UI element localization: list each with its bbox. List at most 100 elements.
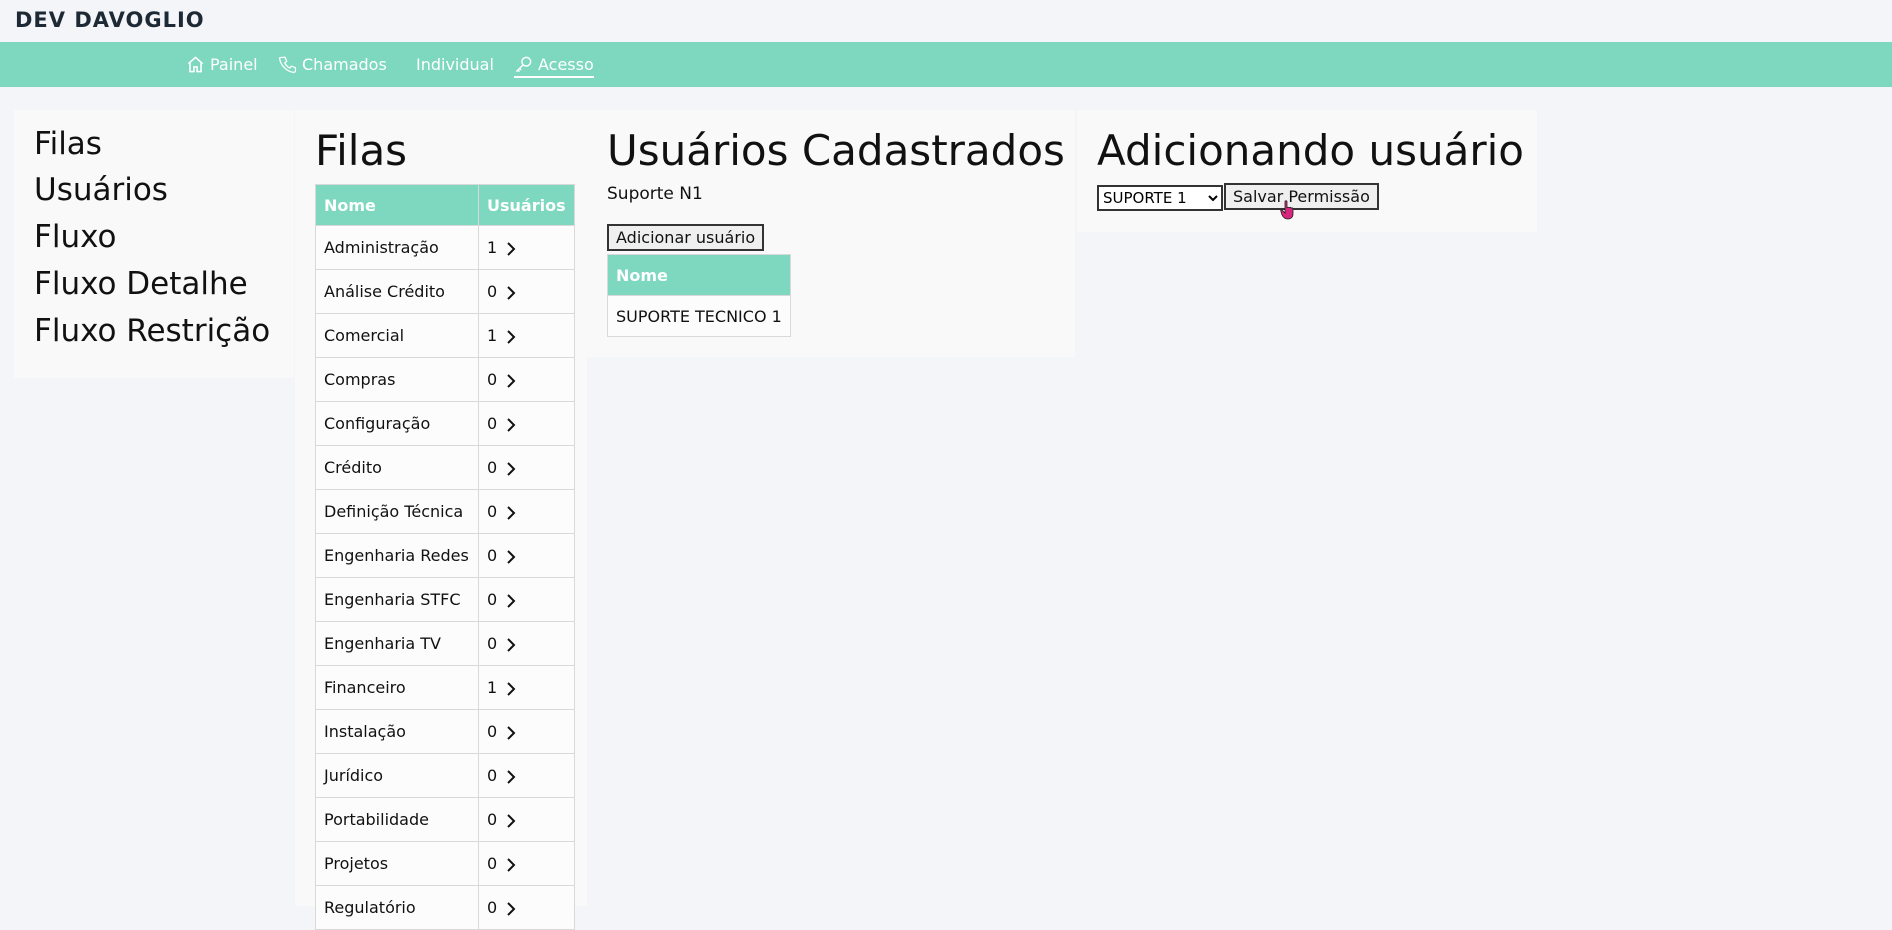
table-row[interactable]: Comercial 1 bbox=[315, 313, 575, 358]
queue-user-count: 0 bbox=[487, 854, 498, 873]
table-row[interactable]: Compras 0 bbox=[315, 357, 575, 402]
queue-count-cell: 0 bbox=[478, 841, 575, 886]
add-user-button[interactable]: Adicionar usuário bbox=[607, 224, 765, 251]
chevron-right-icon[interactable] bbox=[505, 241, 517, 257]
chevron-right-icon[interactable] bbox=[505, 637, 517, 653]
queue-name-cell: Engenharia STFC bbox=[315, 577, 479, 622]
add-user-panel: Adicionando usuário SUPORTE 1 Salvar Per… bbox=[1077, 110, 1537, 232]
table-row[interactable]: Engenharia TV 0 bbox=[315, 621, 575, 666]
nav-individual-label: Individual bbox=[416, 54, 494, 74]
save-permission-button[interactable]: Salvar Permissão bbox=[1224, 183, 1379, 210]
table-row[interactable]: Engenharia STFC 0 bbox=[315, 577, 575, 622]
queue-name-cell: Comercial bbox=[315, 313, 479, 358]
queue-name-cell: Definição Técnica bbox=[315, 489, 479, 534]
queue-user-count: 0 bbox=[487, 414, 498, 433]
queue-name-cell: Projetos bbox=[315, 841, 479, 886]
table-row[interactable]: Definição Técnica 0 bbox=[315, 489, 575, 534]
queue-user-count: 0 bbox=[487, 634, 498, 653]
table-row[interactable]: Financeiro 1 bbox=[315, 665, 575, 710]
queue-user-count: 0 bbox=[487, 502, 498, 521]
table-row[interactable]: SUPORTE TECNICO 1 bbox=[607, 295, 791, 337]
table-row[interactable]: Jurídico 0 bbox=[315, 753, 575, 798]
queue-name-cell: Análise Crédito bbox=[315, 269, 479, 314]
queue-name-cell: Compras bbox=[315, 357, 479, 402]
user-select[interactable]: SUPORTE 1 bbox=[1097, 185, 1223, 211]
queue-name-cell: Crédito bbox=[315, 445, 479, 490]
queue-name-cell: Engenharia TV bbox=[315, 621, 479, 666]
queue-count-cell: 1 bbox=[478, 313, 575, 358]
queue-count-cell: 0 bbox=[478, 489, 575, 534]
queue-name-cell: Financeiro bbox=[315, 665, 479, 710]
queue-name-cell: Engenharia Redes bbox=[315, 533, 479, 578]
table-row[interactable]: Engenharia Redes 0 bbox=[315, 533, 575, 578]
chevron-right-icon[interactable] bbox=[505, 461, 517, 477]
queue-user-count: 1 bbox=[487, 238, 498, 257]
table-row[interactable]: Projetos 0 bbox=[315, 841, 575, 886]
queue-name-cell: Regulatório bbox=[315, 885, 479, 930]
queue-user-count: 0 bbox=[487, 766, 498, 785]
queue-count-cell: 0 bbox=[478, 401, 575, 446]
chevron-right-icon[interactable] bbox=[505, 813, 517, 829]
chevron-right-icon[interactable] bbox=[505, 901, 517, 917]
queue-user-count: 0 bbox=[487, 810, 498, 829]
menu-item-usuarios[interactable]: Usuários bbox=[34, 172, 168, 208]
queues-table: Nome Usuários Administração 1 Análise Créd… bbox=[315, 184, 575, 930]
chevron-right-icon[interactable] bbox=[505, 769, 517, 785]
chevron-right-icon[interactable] bbox=[505, 681, 517, 697]
add-user-title: Adicionando usuário bbox=[1097, 126, 1524, 175]
table-row[interactable]: Regulatório 0 bbox=[315, 885, 575, 930]
queue-count-cell: 1 bbox=[478, 225, 575, 270]
top-bar: DEV DAVOGLIO bbox=[0, 0, 1892, 42]
queue-user-count: 1 bbox=[487, 678, 498, 697]
nav-painel[interactable]: Painel bbox=[186, 52, 258, 76]
chevron-right-icon[interactable] bbox=[505, 417, 517, 433]
queue-user-count: 0 bbox=[487, 370, 498, 389]
menu-item-filas[interactable]: Filas bbox=[34, 126, 102, 162]
chevron-right-icon[interactable] bbox=[505, 593, 517, 609]
chevron-right-icon[interactable] bbox=[505, 329, 517, 345]
table-row[interactable]: Configuração 0 bbox=[315, 401, 575, 446]
queues-table-body: Administração 1 Análise Crédito 0 Comercial 1… bbox=[315, 225, 575, 930]
nav-chamados[interactable]: Chamados bbox=[278, 52, 387, 76]
nav-chamados-label: Chamados bbox=[302, 54, 387, 74]
table-row[interactable]: Administração 1 bbox=[315, 225, 575, 270]
nav-painel-label: Painel bbox=[210, 54, 258, 74]
queue-user-count: 0 bbox=[487, 722, 498, 741]
chevron-right-icon[interactable] bbox=[505, 285, 517, 301]
column-header-usuarios: Usuários bbox=[478, 184, 575, 226]
nav-acesso[interactable]: Acesso bbox=[514, 52, 594, 78]
brand-logo[interactable]: DEV DAVOGLIO bbox=[15, 8, 205, 32]
chevron-right-icon[interactable] bbox=[505, 857, 517, 873]
table-row[interactable]: Instalação 0 bbox=[315, 709, 575, 754]
selected-queue-label: Suporte N1 bbox=[607, 184, 703, 204]
queue-count-cell: 0 bbox=[478, 533, 575, 578]
chevron-right-icon[interactable] bbox=[505, 549, 517, 565]
queue-name-cell: Instalação bbox=[315, 709, 479, 754]
chevron-right-icon[interactable] bbox=[505, 505, 517, 521]
left-menu: Filas Usuários Fluxo Fluxo Detalhe Fluxo… bbox=[14, 110, 294, 378]
menu-item-fluxo-detalhe[interactable]: Fluxo Detalhe bbox=[34, 266, 248, 302]
queue-count-cell: 0 bbox=[478, 709, 575, 754]
table-row[interactable]: Portabilidade 0 bbox=[315, 797, 575, 842]
chevron-right-icon[interactable] bbox=[505, 725, 517, 741]
queue-name-cell: Administração bbox=[315, 225, 479, 270]
queue-user-count: 1 bbox=[487, 326, 498, 345]
key-icon bbox=[515, 56, 532, 72]
chevron-right-icon[interactable] bbox=[505, 373, 517, 389]
home-icon bbox=[187, 55, 204, 72]
main-nav: Painel Chamados Individual Acesso bbox=[0, 42, 1892, 87]
hand-cursor-icon bbox=[1280, 200, 1294, 220]
table-row[interactable]: Análise Crédito 0 bbox=[315, 269, 575, 314]
queue-count-cell: 0 bbox=[478, 621, 575, 666]
queue-count-cell: 0 bbox=[478, 357, 575, 402]
queue-user-count: 0 bbox=[487, 546, 498, 565]
nav-individual[interactable]: Individual bbox=[416, 52, 494, 76]
column-header-nome: Nome bbox=[315, 184, 479, 226]
menu-item-fluxo-restricao[interactable]: Fluxo Restrição bbox=[34, 313, 270, 349]
queue-name-cell: Portabilidade bbox=[315, 797, 479, 842]
registered-users-title: Usuários Cadastrados bbox=[607, 126, 1065, 175]
menu-item-fluxo[interactable]: Fluxo bbox=[34, 219, 116, 255]
table-row[interactable]: Crédito 0 bbox=[315, 445, 575, 490]
queue-user-count: 0 bbox=[487, 282, 498, 301]
queue-count-cell: 1 bbox=[478, 665, 575, 710]
